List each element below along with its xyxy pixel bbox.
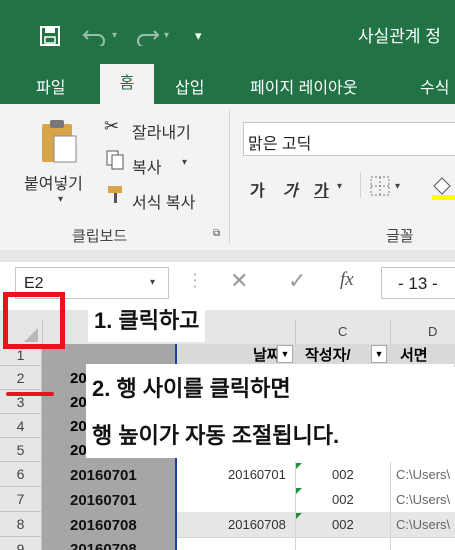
tab-formulas[interactable]: 수식 [420,74,449,98]
paste-label[interactable]: 붙여넣기 [24,170,83,194]
ribbon: 붙여넣기 ▾ ✂ 잘라내기 복사 ▾ 서식 복사 클립보드 ⧉ 맑은 고딕 가 … [0,104,455,251]
copy-icon[interactable] [106,150,124,170]
cut-label[interactable]: 잘라내기 [132,119,191,143]
cell-a9[interactable]: 20160708 [70,541,137,550]
tab-home[interactable]: 홈 [100,64,154,104]
clipboard-group-label: 클립보드 [72,228,128,245]
paste-dropdown-icon[interactable]: ▾ [58,194,63,205]
more-icon: ⋮ [186,270,204,290]
row-header[interactable]: 9 [0,537,42,550]
column-gridline [390,462,391,550]
cell-a3[interactable]: 20 [70,394,87,411]
row-header[interactable]: 7 [0,487,42,512]
annotation-step-2-line-2: 행 높이가 자동 조절됩니다. [86,414,454,458]
italic-button[interactable]: 가 [283,177,298,201]
border-dropdown-icon[interactable]: ▾ [395,181,400,192]
underline-dropdown-icon[interactable]: ▾ [337,181,342,192]
underline-button[interactable]: 가 [314,177,329,201]
redo-icon[interactable] [134,26,160,46]
format-painter-icon[interactable] [106,184,126,204]
save-icon[interactable] [40,26,60,46]
cell-a2[interactable]: 20 [70,370,87,387]
error-indicator-icon [296,463,302,469]
row-header[interactable]: 8 [0,512,42,537]
formula-bar-gap [0,250,455,262]
font-name-value: 맑은 고딕 [248,136,312,153]
cell-d6[interactable]: C:\Users\ [396,467,450,482]
select-all-highlight [3,292,65,349]
row-header[interactable]: 6 [0,462,42,487]
paste-icon[interactable] [40,118,78,164]
tab-insert[interactable]: 삽입 [175,74,204,98]
formula-input-value: - 13 - [398,274,438,293]
row-border-highlight [6,392,54,396]
error-indicator-icon [296,513,302,519]
annotation-step-2-line-1: 2. 행 사이를 클릭하면 [86,364,454,414]
cell-d8[interactable]: C:\Users\ [396,517,450,532]
bold-button[interactable]: 가 [250,177,265,201]
formula-bar: E2 ▾ ⋮ ✕ ✓ fx - 13 - [0,250,455,320]
fill-color-icon[interactable] [430,174,455,200]
column-divider [390,320,391,344]
column-header-row [0,320,455,345]
scissors-icon[interactable]: ✂ [104,116,119,137]
formula-bar-bottom [0,310,455,320]
header-author: 작성자/ [305,347,351,364]
cancel-icon[interactable]: ✕ [230,268,248,294]
undo-dropdown-icon[interactable]: ▾ [112,30,117,41]
undo-icon[interactable] [82,26,108,46]
cell-a6[interactable]: 20160701 [70,467,137,484]
column-header-c[interactable]: C [338,324,347,339]
redo-dropdown-icon[interactable]: ▾ [164,30,169,41]
name-box-dropdown-icon[interactable]: ▾ [150,277,155,288]
column-header-d[interactable]: D [428,324,437,339]
cell-b8[interactable]: 20160708 [228,517,286,532]
cell-c8[interactable]: 002 [332,517,354,532]
formula-input[interactable]: - 13 - [381,267,455,299]
clipboard-launcher-icon[interactable]: ⧉ [213,228,220,239]
font-group-label: 글꼴 [386,228,414,245]
document-title: 사실관계 정 [358,27,441,46]
font-name-box[interactable]: 맑은 고딕 [243,122,455,156]
row-header[interactable]: 4 [0,414,42,438]
row-header[interactable]: 5 [0,438,42,462]
format-painter-label[interactable]: 서식 복사 [132,189,195,213]
name-box-value: E2 [24,275,44,292]
copy-label[interactable]: 복사 [132,154,161,178]
tab-file[interactable]: 파일 [36,74,65,98]
cell-c7[interactable]: 002 [332,492,354,507]
cell-a8[interactable]: 20160708 [70,517,137,534]
copy-dropdown-icon[interactable]: ▾ [182,157,187,168]
cell-a4[interactable]: 20 [70,418,87,435]
filter-dropdown-icon[interactable]: ▼ [277,345,293,363]
column-gridline [295,462,296,550]
customize-qat-icon[interactable]: ▾ [195,28,202,44]
header-document: 서면 [400,347,428,364]
ribbon-tabs: 파일 홈 삽입 페이지 레이아웃 수식 [0,64,455,104]
enter-icon[interactable]: ✓ [288,268,306,294]
cell-a7[interactable]: 20160701 [70,492,137,509]
cell-a5[interactable]: 20 [70,442,87,459]
border-icon[interactable] [370,176,390,196]
title-bar: ▾ ▾ ▾ 사실관계 정 [0,0,455,64]
filter-dropdown-icon[interactable]: ▼ [371,345,387,363]
function-icon[interactable]: fx [340,269,354,291]
font-separator [360,172,361,198]
row-header[interactable]: 2 [0,366,42,390]
group-separator [229,110,230,244]
annotation-step-1: 1. 클릭하고 [88,300,206,342]
column-divider [295,320,296,344]
error-indicator-icon [296,488,302,494]
cell-b6[interactable]: 20160701 [228,467,286,482]
cell-c6[interactable]: 002 [332,467,354,482]
tab-page-layout[interactable]: 페이지 레이아웃 [250,74,358,98]
cell-d7[interactable]: C:\Users\ [396,492,450,507]
